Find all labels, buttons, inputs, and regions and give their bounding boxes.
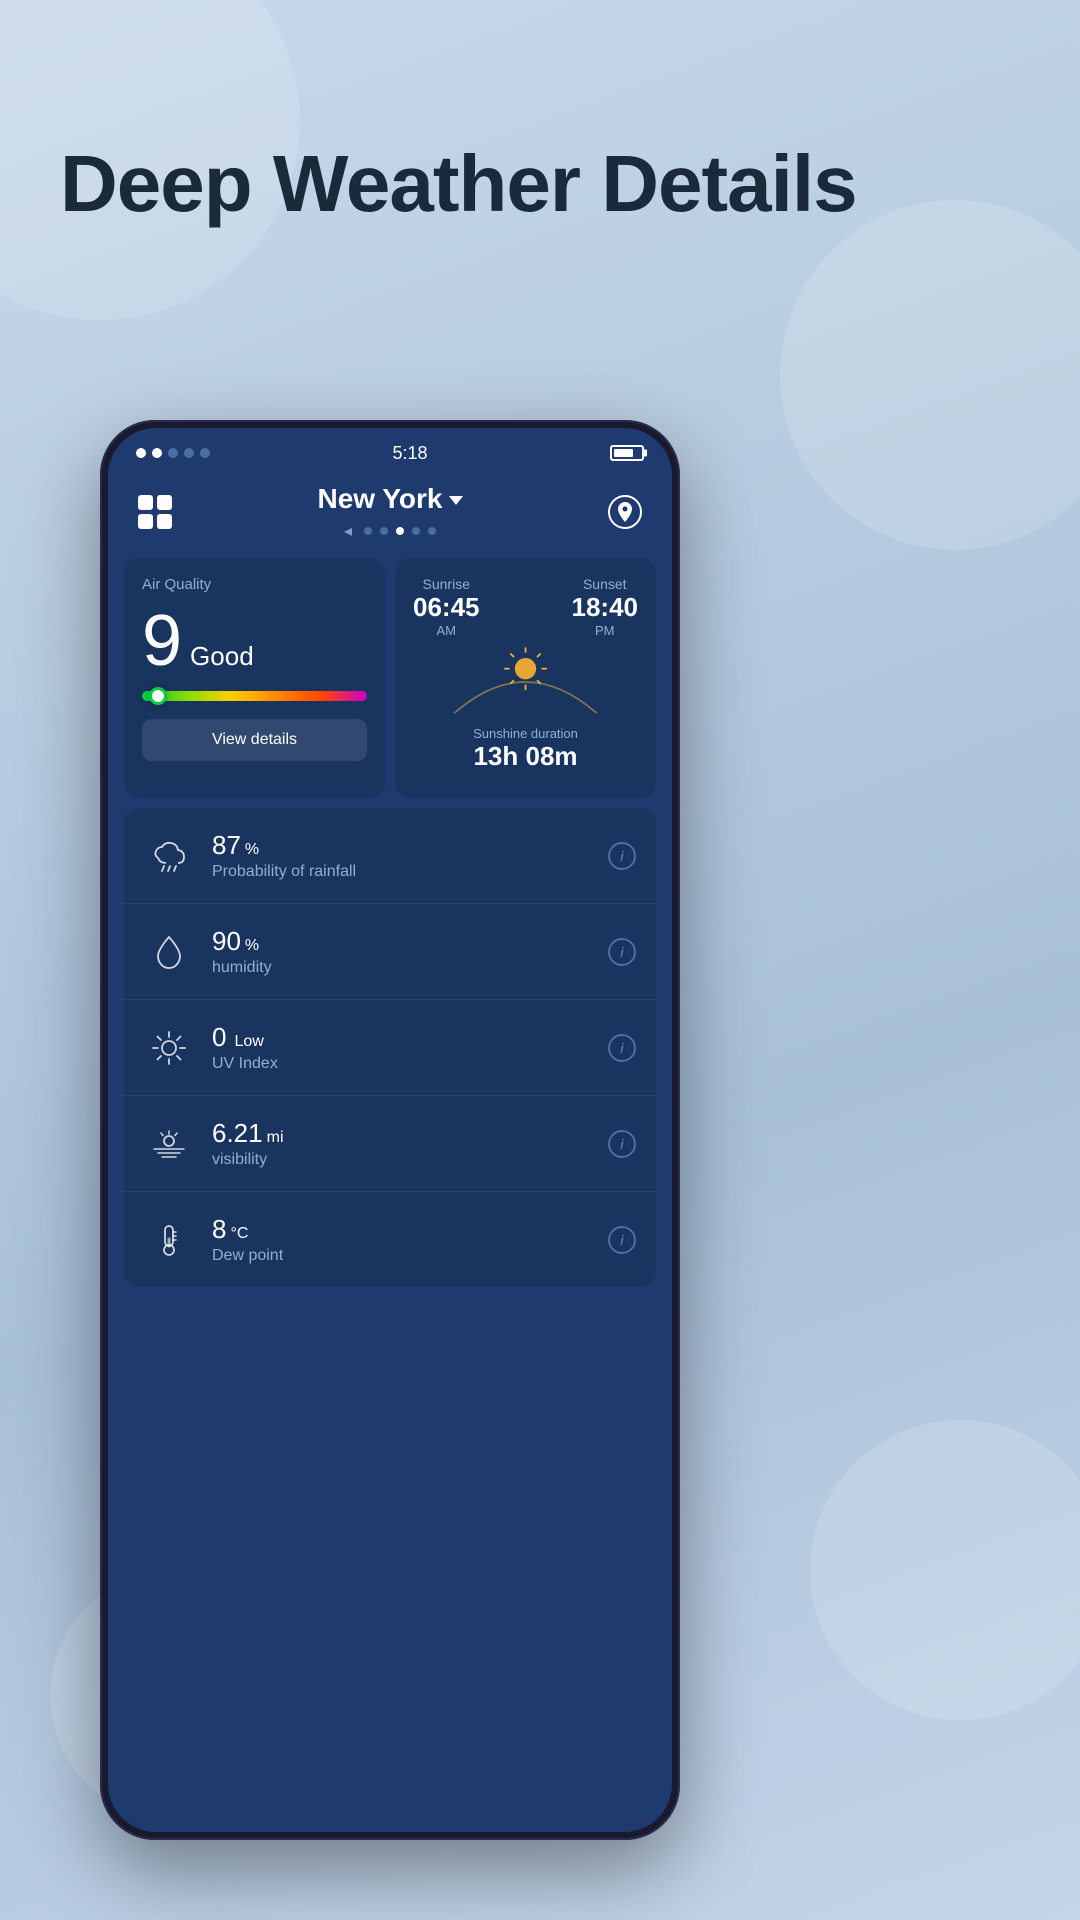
nav-bar: New York ◂ xyxy=(108,478,672,546)
page-dot-1 xyxy=(364,527,372,535)
air-quality-title: Air Quality xyxy=(142,576,367,593)
rainfall-info-button[interactable]: i xyxy=(608,842,636,870)
rainfall-name: Probability of rainfall xyxy=(212,863,608,881)
visibility-info: 6.21 mi visibility xyxy=(212,1118,608,1169)
dot-1 xyxy=(136,448,146,458)
dropdown-arrow-icon xyxy=(449,496,463,505)
uv-value: 0 Low xyxy=(212,1022,608,1053)
dew-point-unit: °C xyxy=(230,1225,248,1243)
top-cards: Air Quality 9 Good View details Sunrise xyxy=(124,558,656,798)
phone-mockup: 5:18 New York ◂ xyxy=(100,420,680,1840)
uv-info: 0 Low UV Index xyxy=(212,1022,608,1073)
nav-arrow-icon: ◂ xyxy=(344,521,352,541)
sunshine-value: 13h 08m xyxy=(413,741,638,772)
rainfall-row: 87% Probability of rainfall i xyxy=(124,808,656,904)
humidity-info-button[interactable]: i xyxy=(608,938,636,966)
aq-value-row: 9 Good xyxy=(142,605,367,677)
dot-5 xyxy=(200,448,210,458)
visibility-name: visibility xyxy=(212,1151,608,1169)
humidity-icon xyxy=(144,927,194,977)
sunrise-label: Sunrise xyxy=(413,576,480,592)
city-selector[interactable]: New York ◂ xyxy=(317,483,462,541)
dew-point-name: Dew point xyxy=(212,1247,608,1265)
page-indicator: ◂ xyxy=(344,521,436,541)
humidity-number: 90 xyxy=(212,926,241,957)
dew-point-info: 8°C Dew point xyxy=(212,1214,608,1265)
sunset-label: Sunset xyxy=(572,576,639,592)
aq-thumb xyxy=(149,687,167,705)
sunrise-sunset-card: Sunrise 06:45 AM Sunset 18:40 PM xyxy=(395,558,656,798)
sunrise-time: 06:45 xyxy=(413,592,480,623)
rainfall-unit: % xyxy=(245,841,259,859)
battery-fill xyxy=(614,449,634,457)
phone-screen: 5:18 New York ◂ xyxy=(108,428,672,1832)
dot-2 xyxy=(152,448,162,458)
detail-card: 87% Probability of rainfall i xyxy=(124,808,656,1287)
status-time: 5:18 xyxy=(392,443,427,464)
battery-icon xyxy=(610,445,644,461)
aq-slider xyxy=(142,691,367,701)
dew-point-number: 8 xyxy=(212,1214,226,1245)
uv-qualifier: Low xyxy=(234,1033,263,1051)
sun-arc xyxy=(413,642,638,722)
visibility-value: 6.21 mi xyxy=(212,1118,608,1149)
sunshine-duration: Sunshine duration 13h 08m xyxy=(413,726,638,772)
sunrise-col: Sunrise 06:45 AM xyxy=(413,576,480,638)
dew-point-icon xyxy=(144,1215,194,1265)
humidity-row: 90% humidity i xyxy=(124,904,656,1000)
humidity-name: humidity xyxy=(212,959,608,977)
phone-content: Air Quality 9 Good View details Sunrise xyxy=(108,546,672,1299)
aq-number: 9 xyxy=(142,605,182,677)
rainfall-number: 87 xyxy=(212,830,241,861)
dot-4 xyxy=(184,448,194,458)
page-dot-4 xyxy=(412,527,420,535)
city-name: New York xyxy=(317,483,462,515)
uv-row: 0 Low UV Index i xyxy=(124,1000,656,1096)
uv-info-button[interactable]: i xyxy=(608,1034,636,1062)
sunset-col: Sunset 18:40 PM xyxy=(572,576,639,638)
visibility-info-button[interactable]: i xyxy=(608,1130,636,1158)
dot-3 xyxy=(168,448,178,458)
sunshine-label: Sunshine duration xyxy=(413,726,638,741)
uv-icon xyxy=(144,1023,194,1073)
status-bar: 5:18 xyxy=(108,428,672,478)
page-dot-3 xyxy=(396,527,404,535)
dew-point-row: 8°C Dew point i xyxy=(124,1192,656,1287)
uv-name: UV Index xyxy=(212,1055,608,1073)
rainfall-value: 87% xyxy=(212,830,608,861)
city-label: New York xyxy=(317,483,442,515)
page-dot-2 xyxy=(380,527,388,535)
air-quality-card: Air Quality 9 Good View details xyxy=(124,558,385,798)
page-title: Deep Weather Details xyxy=(60,140,857,228)
dew-point-value: 8°C xyxy=(212,1214,608,1245)
humidity-info: 90% humidity xyxy=(212,926,608,977)
visibility-number: 6.21 xyxy=(212,1118,263,1149)
dew-point-info-button[interactable]: i xyxy=(608,1226,636,1254)
rainfall-info: 87% Probability of rainfall xyxy=(212,830,608,881)
page-dot-5 xyxy=(428,527,436,535)
visibility-icon xyxy=(144,1119,194,1169)
sunset-ampm: PM xyxy=(572,623,639,638)
humidity-unit: % xyxy=(245,937,259,955)
location-icon[interactable] xyxy=(608,495,642,529)
sunset-time: 18:40 xyxy=(572,592,639,623)
sunrise-ampm: AM xyxy=(413,623,480,638)
rain-cloud-icon xyxy=(144,831,194,881)
signal-dots xyxy=(136,448,210,458)
visibility-row: 6.21 mi visibility i xyxy=(124,1096,656,1192)
menu-icon[interactable] xyxy=(138,495,172,529)
bg-decoration-3 xyxy=(810,1420,1080,1720)
bg-decoration-2 xyxy=(780,200,1080,550)
aq-label: Good xyxy=(190,641,254,672)
uv-number: 0 xyxy=(212,1022,226,1053)
visibility-unit: mi xyxy=(267,1129,284,1147)
sun-times: Sunrise 06:45 AM Sunset 18:40 PM xyxy=(413,576,638,638)
view-details-button[interactable]: View details xyxy=(142,719,367,761)
humidity-value: 90% xyxy=(212,926,608,957)
